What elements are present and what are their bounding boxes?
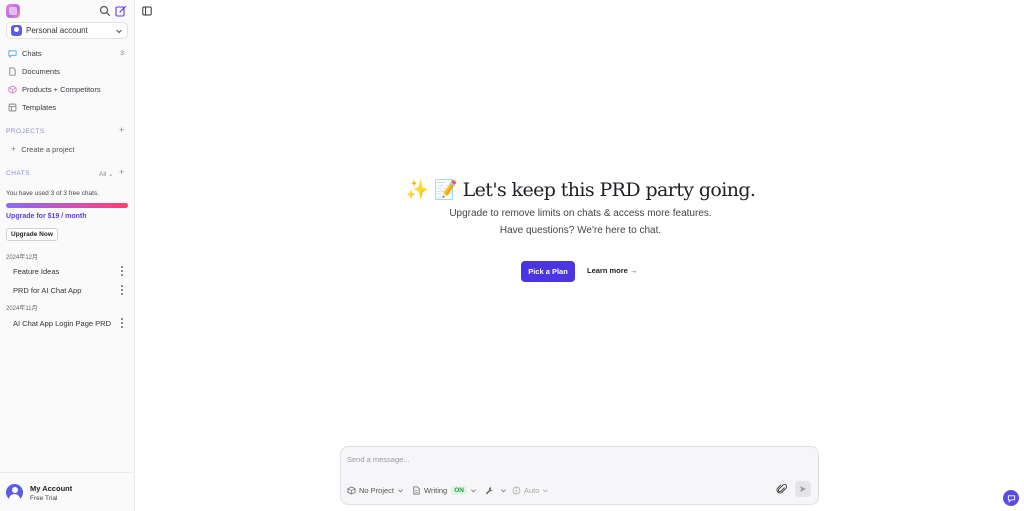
sidebar-item-label: Chats (22, 48, 42, 58)
chevron-down-icon (116, 29, 122, 33)
send-button[interactable] (795, 481, 811, 497)
sidebar-item-label: Products + Competitors (22, 84, 101, 94)
chat-icon (8, 49, 17, 58)
chats-filter-label: All (99, 171, 107, 178)
chevron-down-icon (398, 489, 404, 493)
more-options-icon[interactable] (119, 318, 125, 328)
chat-group-date: 2024年11月 (6, 306, 38, 312)
search-icon[interactable] (99, 5, 111, 17)
chevron-down-icon (470, 489, 476, 493)
chat-list-item[interactable]: PRD for AI Chat App (13, 286, 81, 295)
avatar (6, 484, 23, 501)
message-composer: No Project Writing ON Auto (340, 446, 819, 505)
more-options-icon[interactable] (119, 266, 125, 276)
writing-mode-status-badge: ON (451, 486, 467, 495)
chevron-down-icon (501, 489, 506, 493)
document-icon (9, 66, 16, 76)
hero-title: ✨ 📝 Let's keep this PRD party going. (405, 179, 756, 201)
projects-heading: PROJECTS (6, 128, 45, 135)
sidebar-item-label: Documents (22, 66, 60, 76)
sidebar-item-templates[interactable]: Templates (0, 98, 135, 116)
tools-dropdown[interactable] (485, 485, 507, 496)
new-chat-icon[interactable] (115, 5, 127, 17)
writing-mode-toggle[interactable]: Writing ON (412, 485, 477, 496)
products-icon (8, 84, 17, 94)
writing-mode-label: Writing (424, 486, 448, 495)
paperclip-icon[interactable] (776, 483, 788, 495)
chat-bubble-icon (1007, 494, 1015, 503)
hero-subtitle: Upgrade to remove limits on chats & acce… (449, 208, 712, 219)
model-selector[interactable]: Auto (512, 485, 549, 496)
chat-list-item[interactable]: Feature Ideas (13, 267, 59, 276)
sidebar-item-documents[interactable]: Documents (0, 62, 135, 80)
sidebar-item-label: Templates (22, 102, 57, 112)
box-icon (347, 486, 356, 495)
account-name: My Account (30, 484, 73, 493)
sidebar: Personal account Chats 3 Documents Produ… (0, 0, 135, 511)
add-project-icon[interactable]: + (119, 125, 124, 135)
sidebar-nav: Chats 3 Documents Products + Competitors… (0, 44, 135, 116)
info-icon (512, 486, 521, 495)
app-logo[interactable] (6, 4, 20, 18)
project-selector[interactable]: No Project (347, 485, 404, 496)
account-plan: Free Trial (30, 495, 58, 502)
chats-heading: CHATS (6, 170, 31, 177)
more-options-icon[interactable] (119, 285, 125, 295)
chat-count-badge: 3 (120, 49, 124, 57)
pick-plan-button[interactable]: Pick a Plan (521, 261, 575, 282)
account-selector[interactable]: Personal account (6, 22, 128, 39)
send-icon (800, 486, 806, 492)
chat-group-date: 2024年12月 (6, 255, 39, 261)
learn-more-link[interactable]: Learn more → (587, 266, 637, 275)
model-selector-label: Auto (524, 486, 540, 495)
account-footer[interactable]: My Account Free Trial (0, 472, 135, 511)
plus-icon: + (11, 144, 17, 154)
templates-icon (8, 103, 17, 111)
chat-list-item[interactable]: AI Chat App Login Page PRD (13, 319, 111, 328)
account-avatar-icon (11, 25, 22, 36)
sidebar-item-products-competitors[interactable]: Products + Competitors (0, 80, 135, 98)
message-input[interactable] (347, 455, 807, 464)
wrench-icon (486, 487, 494, 495)
chevron-down-icon (543, 489, 549, 493)
sidebar-item-chats[interactable]: Chats 3 (0, 44, 135, 62)
hero-help-text: Have questions? We're here to chat. (499, 225, 662, 236)
document-icon (413, 486, 420, 495)
chats-filter-dropdown[interactable]: All ⌄ (99, 170, 114, 178)
create-project-button[interactable]: + Create a project (11, 144, 75, 154)
sidebar-toggle-icon[interactable] (142, 6, 152, 16)
support-chat-button[interactable] (1003, 490, 1019, 506)
add-chat-icon[interactable]: + (119, 167, 124, 177)
project-selector-label: No Project (359, 486, 395, 495)
account-selector-label: Personal account (26, 26, 88, 35)
create-project-label: Create a project (21, 144, 75, 154)
